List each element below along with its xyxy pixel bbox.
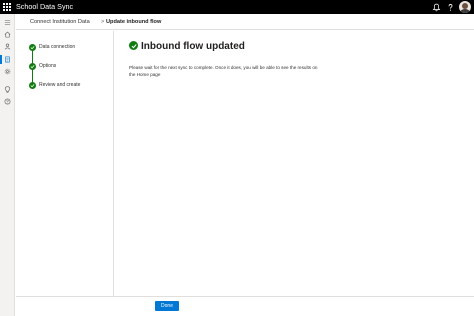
main-content: Inbound flow updated Please wait for the…	[114, 31, 474, 296]
help-circle-icon[interactable]	[0, 96, 15, 107]
settings-icon[interactable]	[0, 66, 15, 77]
step-label: Review and create	[39, 82, 81, 88]
breadcrumb-parent-link[interactable]: Connect Institution Data	[30, 18, 90, 26]
app-title: School Data Sync	[16, 2, 74, 11]
document-icon[interactable]	[0, 54, 15, 65]
left-nav	[0, 14, 15, 316]
success-check-icon	[129, 41, 138, 50]
wizard-stepper: Data connection Options Review and creat…	[16, 31, 114, 296]
hamburger-icon[interactable]	[0, 17, 15, 28]
check-icon	[29, 44, 36, 51]
breadcrumb: Connect Institution Data > Update inboun…	[16, 14, 474, 30]
waffle-icon[interactable]	[3, 3, 11, 11]
home-icon[interactable]	[0, 29, 15, 40]
step-label: Options	[39, 63, 57, 69]
status-message: Please wait for the next sync to complet…	[129, 65, 318, 77]
page-title: Inbound flow updated	[141, 41, 245, 52]
help-icon[interactable]	[446, 3, 455, 12]
step-label: Data connection	[39, 44, 76, 50]
avatar[interactable]	[459, 1, 471, 13]
people-icon[interactable]	[0, 41, 15, 52]
top-bar: School Data Sync	[0, 0, 474, 14]
footer-bar: Done	[16, 296, 474, 316]
done-button[interactable]: Done	[155, 301, 179, 311]
check-icon	[29, 82, 36, 89]
lightbulb-icon[interactable]	[0, 84, 15, 95]
breadcrumb-current: Update inbound flow	[106, 19, 162, 25]
breadcrumb-separator: >	[101, 19, 105, 25]
check-icon	[29, 63, 36, 70]
bell-icon[interactable]	[432, 3, 441, 12]
